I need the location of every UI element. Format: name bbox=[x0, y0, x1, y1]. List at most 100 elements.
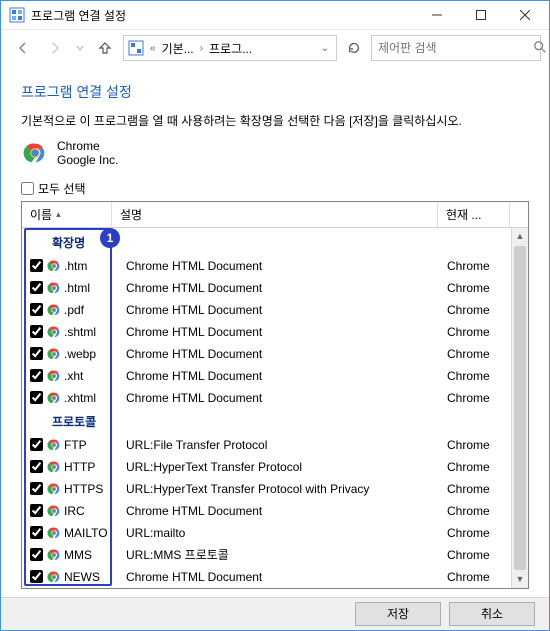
row-checkbox[interactable] bbox=[30, 570, 43, 583]
annotation-badge-label: 1 bbox=[107, 231, 114, 245]
row-checkbox[interactable] bbox=[30, 526, 43, 539]
row-desc: Chrome HTML Document bbox=[116, 281, 447, 295]
row-desc: URL:mailto bbox=[116, 526, 447, 540]
table-row[interactable]: .webp Chrome HTML Document Chrome bbox=[22, 343, 511, 365]
row-checkbox[interactable] bbox=[30, 369, 43, 382]
row-name: .shtml bbox=[64, 325, 116, 339]
col-header-current[interactable]: 현재 ... bbox=[438, 202, 510, 227]
up-button[interactable] bbox=[91, 34, 119, 62]
chevron-right-icon: › bbox=[198, 43, 205, 54]
address-bar[interactable]: « 기본... › 프로그... ⌄ bbox=[123, 35, 337, 61]
chrome-icon bbox=[46, 368, 62, 384]
table-row[interactable]: MMS URL:MMS 프로토콜 Chrome bbox=[22, 544, 511, 566]
row-current: Chrome bbox=[447, 325, 511, 339]
row-name: FTP bbox=[64, 438, 116, 452]
scroll-up-button[interactable]: ▲ bbox=[512, 228, 528, 245]
row-checkbox[interactable] bbox=[30, 281, 43, 294]
row-checkbox[interactable] bbox=[30, 438, 43, 451]
row-name: MMS bbox=[64, 548, 116, 562]
table-row[interactable]: IRC Chrome HTML Document Chrome bbox=[22, 500, 511, 522]
row-desc: Chrome HTML Document bbox=[116, 303, 447, 317]
back-button[interactable] bbox=[9, 34, 37, 62]
scroll-down-button[interactable]: ▼ bbox=[512, 571, 528, 588]
table-row[interactable]: FTP URL:File Transfer Protocol Chrome bbox=[22, 434, 511, 456]
breadcrumb-seg-2[interactable]: 프로그... bbox=[209, 40, 252, 57]
search-icon[interactable] bbox=[533, 40, 547, 57]
chrome-icon bbox=[46, 459, 62, 475]
row-checkbox[interactable] bbox=[30, 548, 43, 561]
grid-body: 확장명 .htm Chrome HTML Document Chrome .ht… bbox=[22, 228, 511, 588]
table-row[interactable]: .htm Chrome HTML Document Chrome bbox=[22, 255, 511, 277]
vertical-scrollbar[interactable]: ▲ ▼ bbox=[511, 228, 528, 588]
table-row[interactable]: .shtml Chrome HTML Document Chrome bbox=[22, 321, 511, 343]
sort-asc-icon: ▴ bbox=[56, 209, 61, 220]
row-checkbox[interactable] bbox=[30, 504, 43, 517]
row-checkbox[interactable] bbox=[30, 460, 43, 473]
col-header-desc[interactable]: 설명 bbox=[112, 202, 438, 227]
search-input[interactable] bbox=[378, 41, 533, 55]
row-desc: URL:MMS 프로토콜 bbox=[116, 546, 447, 563]
chrome-icon bbox=[46, 302, 62, 318]
col-header-desc-label: 설명 bbox=[120, 206, 142, 223]
page-description: 기본적으로 이 프로그램을 열 때 사용하려는 확장명을 선택한 다음 [저장]… bbox=[21, 112, 529, 129]
select-all-checkbox[interactable] bbox=[21, 182, 34, 195]
forward-button[interactable] bbox=[41, 34, 69, 62]
row-checkbox[interactable] bbox=[30, 303, 43, 316]
table-row[interactable]: HTTPS URL:HyperText Transfer Protocol wi… bbox=[22, 478, 511, 500]
col-header-current-label: 현재 ... bbox=[446, 206, 481, 223]
associations-grid: 이름 ▴ 설명 현재 ... 확장명 .htm Chrome HTML Docu… bbox=[21, 201, 529, 589]
chrome-icon bbox=[46, 481, 62, 497]
minimize-button[interactable] bbox=[415, 1, 459, 29]
row-checkbox[interactable] bbox=[30, 482, 43, 495]
col-header-name[interactable]: 이름 ▴ bbox=[22, 202, 112, 227]
table-row[interactable]: MAILTO URL:mailto Chrome bbox=[22, 522, 511, 544]
target-app-row: Chrome Google Inc. bbox=[21, 139, 529, 168]
row-checkbox[interactable] bbox=[30, 391, 43, 404]
select-all-row[interactable]: 모두 선택 bbox=[21, 180, 529, 197]
row-checkbox[interactable] bbox=[30, 325, 43, 338]
row-desc: Chrome HTML Document bbox=[116, 504, 447, 518]
col-header-name-label: 이름 bbox=[30, 206, 52, 223]
row-current: Chrome bbox=[447, 438, 511, 452]
chrome-icon bbox=[46, 437, 62, 453]
maximize-button[interactable] bbox=[459, 1, 503, 29]
row-name: HTTP bbox=[64, 460, 116, 474]
chrome-icon bbox=[46, 390, 62, 406]
chrome-icon bbox=[46, 258, 62, 274]
control-panel-icon bbox=[9, 7, 25, 23]
chrome-icon bbox=[46, 525, 62, 541]
row-checkbox[interactable] bbox=[30, 347, 43, 360]
row-current: Chrome bbox=[447, 460, 511, 474]
refresh-button[interactable] bbox=[341, 35, 367, 61]
row-current: Chrome bbox=[447, 259, 511, 273]
table-row[interactable]: .html Chrome HTML Document Chrome bbox=[22, 277, 511, 299]
nav-row: « 기본... › 프로그... ⌄ bbox=[1, 30, 549, 66]
row-desc: URL:HyperText Transfer Protocol with Pri… bbox=[116, 482, 447, 496]
table-row[interactable]: HTTP URL:HyperText Transfer Protocol Chr… bbox=[22, 456, 511, 478]
footer: 저장 취소 bbox=[1, 597, 549, 630]
group-header-extensions: 확장명 bbox=[22, 230, 511, 255]
table-row[interactable]: .xhtml Chrome HTML Document Chrome bbox=[22, 387, 511, 409]
row-checkbox[interactable] bbox=[30, 259, 43, 272]
breadcrumb-seg-1[interactable]: 기본... bbox=[162, 40, 194, 57]
history-dropdown-icon[interactable] bbox=[73, 34, 87, 62]
titlebar: 프로그램 연결 설정 bbox=[1, 1, 549, 30]
close-button[interactable] bbox=[503, 1, 547, 29]
table-row[interactable]: NEWS Chrome HTML Document Chrome bbox=[22, 566, 511, 588]
app-name: Chrome bbox=[57, 139, 118, 153]
cancel-button[interactable]: 취소 bbox=[449, 602, 535, 626]
row-current: Chrome bbox=[447, 504, 511, 518]
table-row[interactable]: .pdf Chrome HTML Document Chrome bbox=[22, 299, 511, 321]
scroll-thumb[interactable] bbox=[514, 246, 526, 570]
row-name: .xhtml bbox=[64, 391, 116, 405]
row-name: IRC bbox=[64, 504, 116, 518]
chevron-down-icon[interactable]: ⌄ bbox=[318, 43, 332, 54]
search-box[interactable] bbox=[371, 35, 541, 61]
row-name: .html bbox=[64, 281, 116, 295]
save-button[interactable]: 저장 bbox=[355, 602, 441, 626]
row-name: .pdf bbox=[64, 303, 116, 317]
chrome-icon bbox=[46, 280, 62, 296]
breadcrumb-prefix[interactable]: « bbox=[148, 43, 158, 54]
table-row[interactable]: .xht Chrome HTML Document Chrome bbox=[22, 365, 511, 387]
row-name: .webp bbox=[64, 347, 116, 361]
